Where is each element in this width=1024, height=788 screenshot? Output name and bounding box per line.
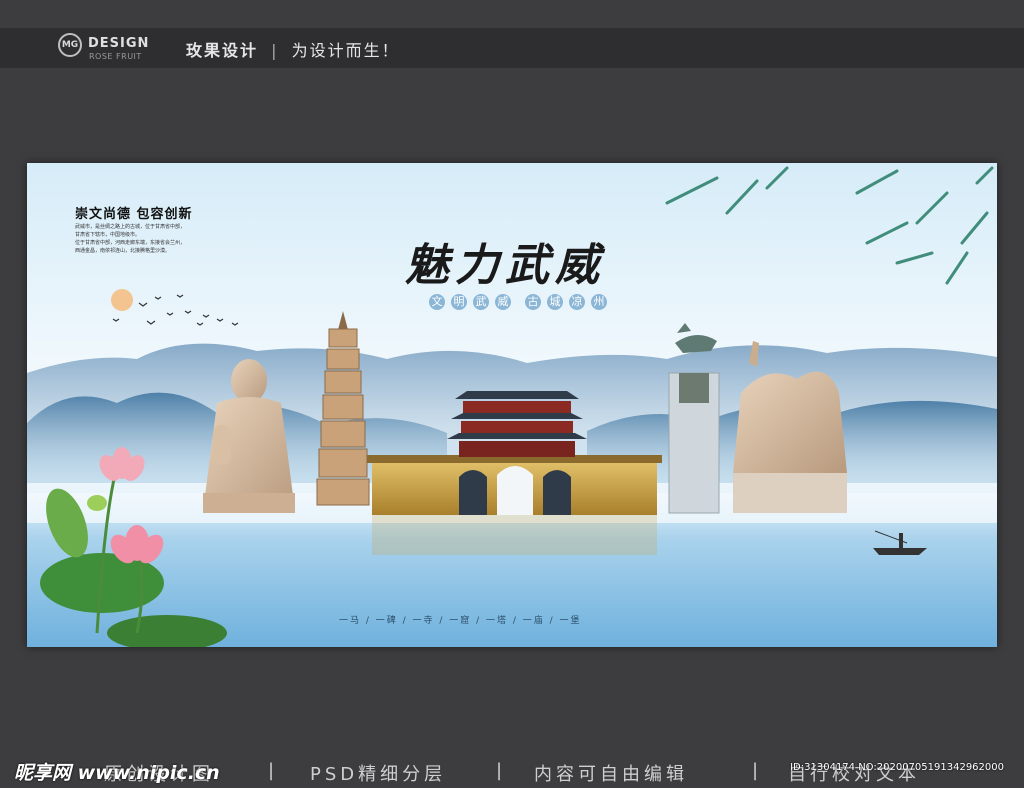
sun-icon	[111, 289, 133, 311]
watermark-right: ID:31304174 NO:20200705191342962000	[790, 762, 1004, 773]
poster-title: 魅力武威	[405, 240, 605, 291]
pill-char: 城	[547, 294, 563, 310]
pill-char: 凉	[569, 294, 585, 310]
pill-char: 州	[591, 294, 607, 310]
header-brand-line: 玫果设计 | 为设计而生！	[186, 37, 400, 61]
poster-slogan: 崇文尚德 包容创新	[75, 207, 193, 222]
watermark-left: 昵享网 www.nipic.cn	[14, 762, 220, 784]
header-separator: |	[271, 41, 279, 60]
poster-artwork: 崇文尚德 包容创新 武威市，是丝绸之路上的古城，位于甘肃省中部， 甘肃省下辖市，…	[27, 163, 997, 647]
poster-description-line: 武威市，是丝绸之路上的古城，位于甘肃省中部，	[75, 224, 186, 230]
pill-char: 古	[525, 294, 541, 310]
brand-name: 玫果设计	[186, 41, 259, 60]
pill-char: 明	[451, 294, 467, 310]
pill-char: 武	[473, 294, 489, 310]
pill-char: 文	[429, 294, 445, 310]
footer-separator: |	[496, 760, 503, 781]
footer-item: 内容可自由编辑	[534, 764, 688, 785]
pill-group-left: 文 明 武 威	[429, 294, 511, 310]
poster-description-line: 甘肃省下辖市，中国地级市。	[75, 232, 141, 238]
willow-leaves-icon	[665, 166, 994, 285]
poster-description-line: 位于甘肃省中部，河西走廊东端，东接省会兰州，	[75, 240, 186, 246]
header-bar	[0, 28, 1024, 68]
header-tagline: 为设计而生！	[291, 41, 400, 60]
logo-subtitle: ROSE FRUIT	[89, 52, 142, 61]
poster-description-line: 西通金昌，南依祁连山，北接腾格里沙漠。	[75, 248, 171, 254]
footer-separator: |	[752, 760, 759, 781]
footer-item: PSD精细分层	[310, 764, 447, 785]
logo-icon: MG	[58, 33, 82, 57]
footer-separator: |	[268, 760, 275, 781]
pill-group-right: 古 城 凉 州	[525, 294, 607, 310]
pagoda	[316, 311, 370, 506]
pill-char: 威	[495, 294, 511, 310]
poster-bottom-line: 一马 / 一碑 / 一寺 / 一窟 / 一塔 / 一庙 / 一堡	[339, 616, 582, 626]
logo-title: DESIGN	[88, 36, 150, 51]
